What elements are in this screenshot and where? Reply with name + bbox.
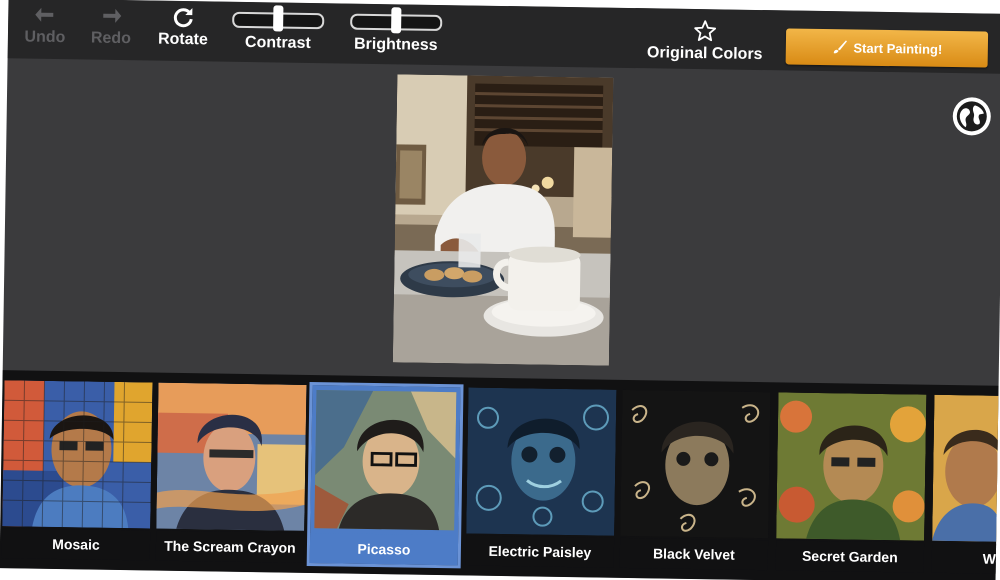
brightness-label: Brightness — [353, 35, 438, 54]
painting-app: Undo Redo Rotate Contrast Brightness Ori… — [0, 0, 1000, 580]
the-scream-crayon-thumbnail — [156, 382, 307, 531]
style-card-secret-garden[interactable]: Secret Garden — [775, 392, 927, 573]
brightness-control: Brightness — [346, 7, 447, 56]
contrast-control: Contrast — [230, 5, 327, 54]
style-card-electric-paisley[interactable]: Electric Paisley — [465, 387, 617, 568]
style-card-black-velvet[interactable]: Black Velvet — [619, 389, 771, 571]
style-card-mosaic[interactable]: Mosaic — [1, 380, 153, 561]
style-name: Secret Garden — [775, 540, 925, 573]
photo-image — [392, 74, 614, 366]
watercolor-thumbnail — [932, 394, 1000, 544]
language-button[interactable] — [952, 97, 992, 136]
toolbar: Undo Redo Rotate Contrast Brightness Ori… — [7, 0, 1000, 74]
rotate-button[interactable]: Rotate — [153, 4, 214, 49]
style-name: Mosaic — [1, 528, 151, 561]
style-name: Picasso — [309, 533, 459, 566]
contrast-slider-thumb[interactable] — [273, 5, 284, 32]
brightness-slider[interactable] — [350, 7, 443, 34]
style-name: Electric Paisley — [465, 535, 615, 568]
redo-arrow-icon — [103, 8, 122, 23]
mosaic-thumbnail — [2, 380, 153, 529]
electric-paisley-thumbnail — [466, 387, 617, 536]
style-card-watercolor[interactable]: Waterc — [931, 394, 1000, 576]
brush-icon — [833, 40, 847, 54]
start-painting-button[interactable]: Start Painting! — [785, 28, 989, 68]
redo-button[interactable]: Redo — [86, 3, 137, 48]
rotate-icon — [173, 8, 193, 28]
photo-preview — [392, 74, 614, 366]
style-card-picasso[interactable]: Picasso — [306, 381, 464, 569]
contrast-label: Contrast — [244, 33, 311, 52]
style-name: Black Velvet — [619, 537, 769, 571]
original-colors-label: Original Colors — [646, 44, 763, 64]
secret-garden-thumbnail — [776, 392, 927, 541]
star-icon — [694, 20, 717, 42]
undo-label: Undo — [24, 28, 66, 47]
redo-label: Redo — [90, 29, 132, 48]
globe-icon — [956, 101, 987, 132]
style-card-the-scream-crayon[interactable]: The Scream Crayon — [155, 382, 307, 563]
contrast-slider[interactable] — [232, 5, 325, 32]
style-name: The Scream Crayon — [155, 530, 305, 563]
brightness-slider-thumb[interactable] — [391, 7, 402, 34]
start-painting-label: Start Painting! — [853, 39, 943, 57]
screenshot-stage: Undo Redo Rotate Contrast Brightness Ori… — [0, 0, 1000, 580]
black-velvet-thumbnail — [620, 389, 771, 539]
style-name: Waterc — [931, 542, 1000, 576]
picasso-thumbnail — [314, 390, 457, 531]
original-colors-button[interactable]: Original Colors — [640, 18, 771, 64]
style-strip: Mosaic The Scream Crayon Picasso Electri… — [0, 370, 1000, 580]
undo-arrow-icon — [35, 7, 54, 22]
undo-button[interactable]: Undo — [20, 2, 71, 47]
rotate-label: Rotate — [157, 30, 208, 49]
